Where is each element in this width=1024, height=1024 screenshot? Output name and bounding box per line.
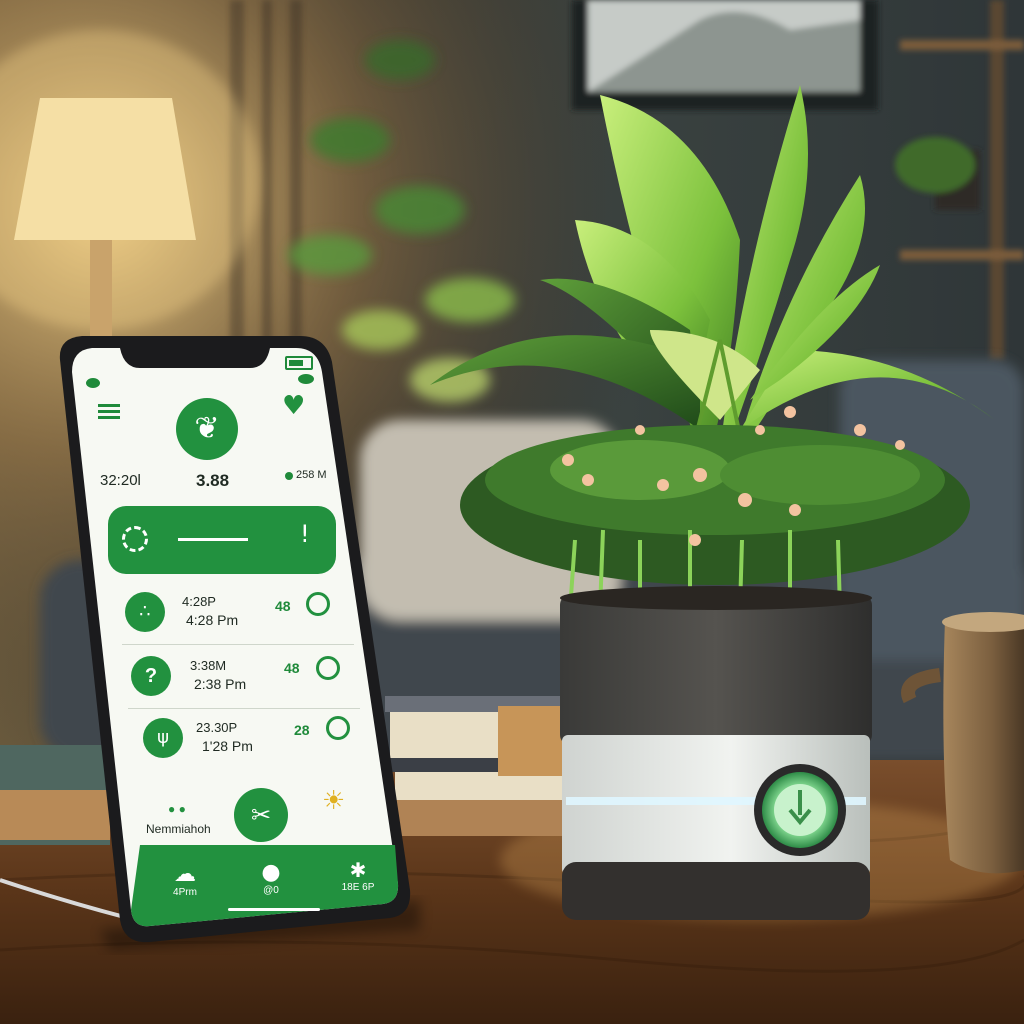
battery-icon bbox=[285, 356, 313, 370]
bug-icon: ✱ bbox=[349, 858, 367, 882]
schedule-time-pm: 2:38 Pm bbox=[194, 676, 247, 692]
bottom-left-label: Nemmiahoh bbox=[146, 822, 211, 836]
schedule-value: 28 bbox=[294, 722, 310, 738]
schedule-time-pm: 4:28 Pm bbox=[186, 612, 239, 628]
schedule-time: 4:28P bbox=[182, 594, 216, 609]
bulb-nav-icon: ● bbox=[261, 860, 281, 885]
schedule-row[interactable]: ∴ 4:28P 4:28 Pm 48 bbox=[120, 588, 350, 638]
status-ring-icon bbox=[326, 716, 350, 740]
droplet-icon: ∴ bbox=[125, 592, 165, 632]
sprout-icon[interactable]: ❦ bbox=[176, 398, 238, 460]
target-icon bbox=[122, 526, 148, 552]
wall-picture bbox=[572, 0, 878, 110]
menu-icon[interactable] bbox=[98, 404, 120, 420]
header-center-value: 3.88 bbox=[196, 471, 230, 490]
pot-status-button[interactable] bbox=[754, 764, 846, 856]
watering-banner[interactable]: ! bbox=[108, 506, 336, 574]
nav-label: 4Prm bbox=[173, 887, 197, 898]
care-tools-button[interactable]: ✂ bbox=[234, 788, 288, 842]
schedule-row[interactable]: ? 3:38M 2:38 Pm 48 bbox=[126, 652, 356, 702]
nav-item-status[interactable]: ✱ 18E 6P bbox=[328, 858, 388, 908]
schedule-row[interactable]: ψ 23.30P 1'28 Pm 28 bbox=[138, 714, 368, 764]
status-ring-icon bbox=[316, 656, 340, 680]
arrow-icon bbox=[178, 538, 248, 541]
schedule-time-pm: 1'28 Pm bbox=[202, 738, 253, 754]
smart-pot bbox=[560, 586, 872, 920]
schedule-time: 3:38M bbox=[190, 658, 227, 673]
help-icon: ? bbox=[131, 656, 171, 696]
schedule-value: 48 bbox=[284, 660, 300, 676]
bulb-icon: ! bbox=[300, 520, 310, 548]
heart-leaf-icon[interactable]: ♥ bbox=[282, 392, 310, 420]
cloud-icon: ☁ bbox=[174, 862, 196, 887]
nav-label: 18E 6P bbox=[341, 882, 375, 893]
status-ring-icon bbox=[306, 592, 330, 616]
nav-item-weather[interactable]: ☁ 4Prm bbox=[160, 862, 210, 912]
schedule-time: 23.30P bbox=[196, 720, 238, 735]
header-right-value: 258 M bbox=[296, 469, 327, 481]
nav-item-light[interactable]: ● @0 bbox=[246, 860, 296, 910]
fern-icon: ψ bbox=[143, 718, 183, 758]
nav-label: @0 bbox=[263, 885, 279, 896]
schedule-value: 48 bbox=[275, 598, 291, 614]
header-time: 32:20l bbox=[100, 472, 141, 489]
